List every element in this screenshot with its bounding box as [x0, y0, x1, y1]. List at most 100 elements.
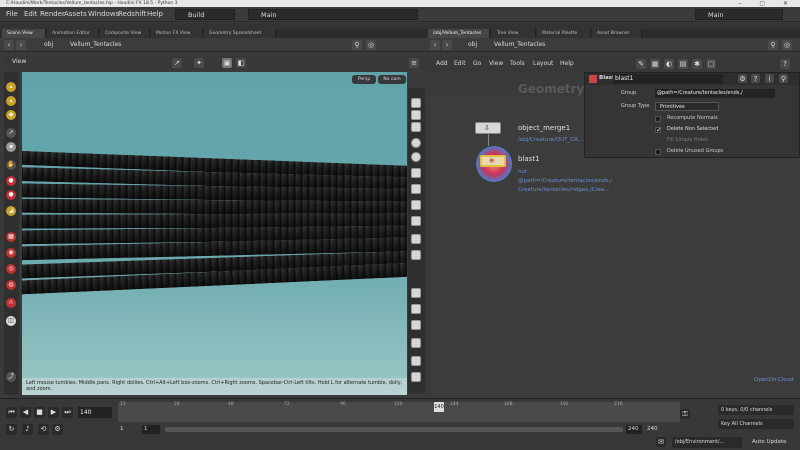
display-option-icon[interactable] — [411, 122, 421, 132]
snap-point-icon[interactable]: ◉ — [6, 248, 16, 258]
display-option-icon[interactable] — [411, 250, 421, 260]
forward-icon[interactable]: › — [442, 40, 452, 50]
net-menu-add[interactable]: Add — [436, 56, 448, 71]
magnet-icon[interactable]: ∩ — [6, 298, 16, 308]
tab-material-palette[interactable]: Material Palette — [537, 29, 591, 38]
scene-viewport[interactable] — [22, 72, 407, 395]
net-menu-tools[interactable]: Tools — [510, 56, 525, 71]
light-icon[interactable]: ● — [6, 176, 16, 186]
end-frame[interactable]: 240 — [647, 426, 658, 432]
recompute-normals-checkbox[interactable] — [655, 116, 661, 122]
path-node[interactable]: Vellum_Tentacles — [70, 38, 121, 52]
pointer-icon[interactable]: ➚ — [6, 128, 16, 138]
snap-prim-icon[interactable]: ◍ — [6, 280, 16, 290]
forward-icon[interactable]: › — [16, 40, 26, 50]
grid-icon[interactable]: ▦ — [650, 59, 660, 69]
delete-non-selected-checkbox[interactable]: ✓ — [655, 127, 662, 134]
lock-icon[interactable]: ▪ — [6, 142, 16, 152]
key-icon[interactable]: ⚿ — [680, 409, 690, 419]
path-root[interactable]: obj — [44, 38, 53, 52]
desktop-dropdown[interactable]: Build — [175, 9, 235, 20]
path-node[interactable]: Vellum_Tentacles — [494, 38, 545, 52]
link-icon[interactable]: ◎ — [366, 40, 376, 50]
gear-icon[interactable]: ⚙ — [738, 74, 747, 83]
range-slider[interactable] — [165, 427, 623, 432]
pin-icon[interactable]: ⚲ — [779, 74, 788, 83]
end-frame-field[interactable]: 240 — [626, 425, 642, 434]
persp-button[interactable]: Persp — [352, 75, 376, 84]
handle-icon[interactable]: ✋ — [6, 160, 16, 170]
shelf-context-dropdown[interactable]: Main — [248, 9, 418, 20]
start-frame[interactable]: 1 — [120, 426, 124, 432]
palette-icon[interactable]: ◐ — [664, 59, 674, 69]
realtime-icon[interactable]: ↻ — [6, 424, 17, 435]
stop-icon[interactable]: ■ — [34, 407, 45, 418]
display-option-icon[interactable] — [411, 184, 421, 194]
tab-geometry-spreadsheet[interactable]: Geometry Spreadsheet — [204, 29, 276, 38]
display-option-icon[interactable] — [411, 304, 421, 314]
obj-path-field[interactable]: /obj/Environment/... — [672, 437, 742, 448]
back-icon[interactable]: ‹ — [430, 40, 440, 50]
display-option-icon[interactable] — [411, 372, 421, 382]
viewport-menu-icon[interactable]: ≡ — [409, 58, 419, 68]
net-menu-view[interactable]: View — [489, 56, 503, 71]
pose-icon[interactable]: ⤴ — [6, 372, 16, 382]
tab-asset-browser[interactable]: Asset Browner — [592, 29, 642, 38]
select-tool-icon[interactable]: ▴ — [6, 82, 16, 92]
object-merge-node[interactable]: ⇩ — [475, 122, 501, 134]
shading-icon[interactable] — [411, 152, 421, 162]
sound-icon[interactable]: ♪ — [22, 424, 33, 435]
step-back-icon[interactable]: ◀ — [20, 407, 31, 418]
settings-icon[interactable]: ⚙ — [52, 424, 63, 435]
rotate-tool-icon[interactable]: ◆ — [6, 110, 16, 120]
wrench-icon[interactable]: ✎ — [636, 59, 646, 69]
chat-icon[interactable]: ✉ — [656, 437, 666, 447]
snap-curve-icon[interactable]: ◎ — [6, 264, 16, 274]
sticky-icon[interactable]: ▢ — [706, 59, 716, 69]
snap-icon[interactable]: ✦ — [194, 58, 204, 68]
brush-icon[interactable]: ◢ — [6, 206, 16, 216]
display-icon[interactable]: ▣ — [222, 58, 232, 68]
cylinder-icon[interactable]: ◫ — [6, 316, 16, 326]
menu-file[interactable]: File — [6, 7, 18, 22]
blast-node[interactable]: ⛯ — [480, 155, 506, 167]
menu-windows[interactable]: Windows — [88, 7, 119, 22]
info-icon[interactable]: i — [765, 74, 774, 83]
display-option-icon[interactable] — [411, 200, 421, 210]
net-menu-go[interactable]: Go — [473, 56, 481, 71]
group-field[interactable]: @path=/Creature/tentacles/ends,/ — [655, 89, 775, 98]
group-type-dropdown[interactable]: Primitives — [655, 102, 719, 111]
start-frame-field[interactable]: 1 — [142, 425, 160, 434]
play-icon[interactable]: ▶ — [48, 407, 59, 418]
display-option-icon[interactable] — [411, 338, 421, 348]
net-menu-help[interactable]: Help — [560, 56, 574, 71]
time-cursor[interactable]: 140 — [434, 402, 444, 412]
tab-motion-fx-view[interactable]: Motion FX View — [151, 29, 203, 38]
pin-icon[interactable]: ⚲ — [768, 40, 778, 50]
net-menu-layout[interactable]: Layout — [533, 56, 553, 71]
display-option-icon[interactable] — [411, 98, 421, 108]
window-controls[interactable]: – ▢ ✕ — [738, 0, 796, 7]
tab-tree-view[interactable]: Tree View — [492, 29, 536, 38]
delete-unused-groups-checkbox[interactable] — [655, 149, 661, 155]
tab-scene-view[interactable]: Scene View — [2, 29, 46, 38]
right-context-dropdown[interactable]: Main — [695, 9, 783, 20]
tab-composite-view[interactable]: Composite View — [100, 29, 150, 38]
display-option-icon[interactable] — [411, 168, 421, 178]
record-icon[interactable]: ● — [6, 190, 16, 200]
display-option-icon[interactable] — [411, 288, 421, 298]
network-icon[interactable]: ✱ — [692, 59, 702, 69]
display-option-icon[interactable] — [411, 110, 421, 120]
camera-button[interactable]: No cam — [378, 75, 406, 84]
back-icon[interactable]: ‹ — [4, 40, 14, 50]
help-icon[interactable]: ? — [751, 74, 760, 83]
layout-icon[interactable]: ▤ — [678, 59, 688, 69]
node-name-field[interactable]: blast1 — [613, 74, 723, 84]
transform-tool-icon[interactable]: ▴ — [6, 96, 16, 106]
loop-icon[interactable]: ⟲ — [38, 424, 49, 435]
menu-render[interactable]: Render — [40, 7, 65, 22]
link-icon[interactable]: ◎ — [782, 40, 792, 50]
display-option-icon[interactable] — [411, 216, 421, 226]
menu-help[interactable]: Help — [147, 7, 163, 22]
net-menu-edit[interactable]: Edit — [454, 56, 466, 71]
